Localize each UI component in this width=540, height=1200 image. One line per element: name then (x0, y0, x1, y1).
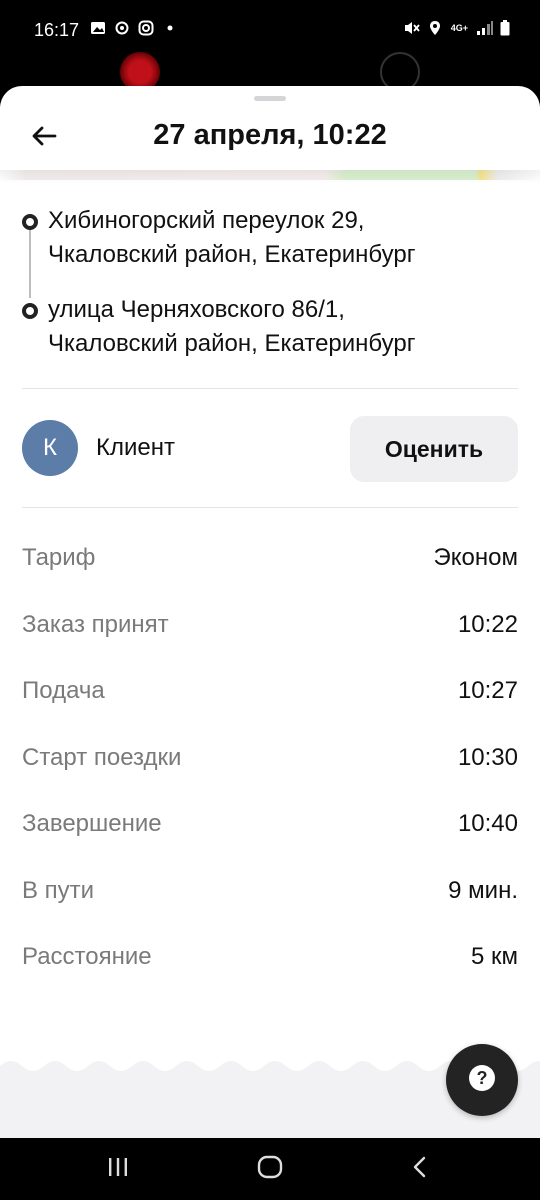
client-name: Клиент (96, 434, 175, 461)
route: Хибиногорский переулок 29, Чкаловский ра… (22, 204, 522, 361)
status-bar: 16:17 4G+ (0, 0, 540, 62)
detail-value: Эконом (433, 544, 518, 571)
mute-icon (403, 20, 420, 36)
route-stop-origin: Хибиногорский переулок 29, Чкаловский ра… (22, 204, 522, 272)
detail-label: Завершение (22, 810, 162, 837)
recents-icon (106, 1156, 130, 1183)
detail-value: 5 км (470, 943, 518, 970)
detail-label: Заказ принят (22, 610, 169, 638)
detail-row-tariff: Тариф Эконом (22, 536, 518, 603)
stop-dot-icon (22, 214, 38, 230)
home-button[interactable] (250, 1152, 290, 1186)
status-time: 16:17 (34, 20, 80, 40)
status-left-icons (90, 20, 178, 36)
gallery-icon (90, 20, 106, 36)
client-row: К Клиент Оценить (22, 416, 518, 482)
system-back-button[interactable] (400, 1152, 440, 1186)
detail-value: 9 мин. (448, 876, 518, 904)
trip-details-list: Тариф Эконом Заказ принят 10:22 Подача 1… (22, 536, 518, 1002)
detail-value: 10:22 (457, 610, 518, 638)
dot-icon (162, 20, 178, 36)
divider (22, 388, 518, 389)
detail-row-trip-start: Старт поездки 10:30 (22, 736, 518, 803)
recents-button[interactable] (98, 1152, 138, 1186)
trip-details-sheet: 27 апреля, 10:22 Хибиногорский переулок … (0, 86, 540, 1138)
detail-label: Тариф (22, 544, 96, 571)
status-right-icons: 4G+ (403, 20, 516, 36)
detail-value: 10:27 (457, 677, 518, 704)
stop-dot-icon (22, 303, 38, 319)
location-target-icon (114, 20, 130, 36)
instagram-icon (138, 20, 154, 36)
detail-label: В пути (22, 876, 95, 904)
help-button[interactable]: ? (446, 1044, 518, 1116)
stop-address-line2: Чкаловский район, Екатеринбург (48, 241, 416, 268)
detail-row-order-accepted: Заказ принят 10:22 (22, 603, 518, 670)
page-title: 27 апреля, 10:22 (153, 119, 387, 151)
rate-button[interactable]: Оценить (350, 416, 518, 482)
detail-row-pickup: Подача 10:27 (22, 669, 518, 736)
sheet-drag-handle[interactable] (254, 96, 286, 101)
battery-icon (500, 20, 516, 36)
detail-row-duration: В пути 9 мин. (22, 869, 518, 936)
signal-icon (476, 20, 493, 36)
home-icon (257, 1155, 283, 1184)
route-stop-destination: улица Черняховского 86/1, Чкаловский рай… (22, 293, 522, 361)
detail-label: Старт поездки (22, 743, 182, 771)
stop-address-line2: Чкаловский район, Екатеринбург (48, 330, 416, 357)
detail-label: Расстояние (22, 943, 152, 970)
detail-row-distance: Расстояние 5 км (22, 935, 518, 1002)
detail-value: 10:30 (457, 743, 518, 771)
detail-row-completion: Завершение 10:40 (22, 802, 518, 869)
stop-address-line1: Хибиногорский переулок 29, (48, 207, 365, 234)
avatar: К (22, 420, 78, 476)
stop-address-line1: улица Черняховского 86/1, (48, 296, 345, 323)
svg-text:?: ? (477, 1068, 488, 1088)
network-4g-icon: 4G+ (450, 23, 468, 33)
back-icon (410, 1155, 430, 1184)
system-nav-bar (0, 1138, 540, 1200)
location-pin-icon (427, 20, 443, 36)
detail-label: Подача (22, 677, 105, 704)
map-preview-shadow (0, 170, 540, 184)
detail-value: 10:40 (457, 810, 518, 837)
header: 27 апреля, 10:22 (0, 106, 540, 170)
divider (22, 507, 518, 508)
question-icon: ? (467, 1063, 497, 1098)
